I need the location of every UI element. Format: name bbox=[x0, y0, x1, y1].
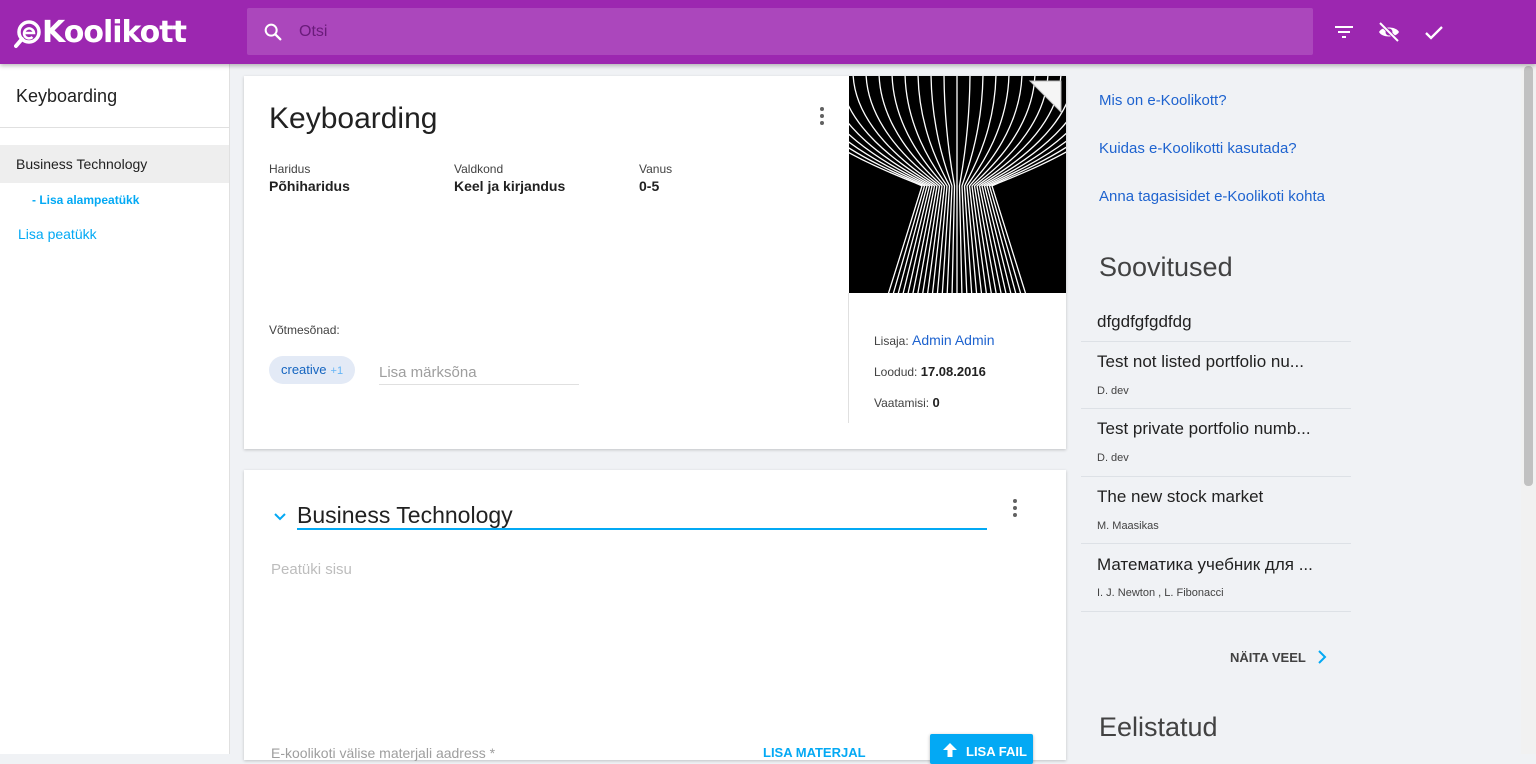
add-file-label: LISA FAIL bbox=[966, 744, 1027, 759]
show-more-button[interactable]: NÄITA VEEL bbox=[1230, 649, 1330, 665]
keywords-label: Võtmesõnad: bbox=[269, 323, 340, 337]
info-divider bbox=[848, 293, 849, 423]
chapter-card: Business Technology Peatüki sisu E-kooli… bbox=[244, 470, 1066, 764]
search-bar[interactable] bbox=[247, 8, 1313, 55]
education-label: Haridus bbox=[269, 162, 311, 176]
education-value: Põhiharidus bbox=[269, 178, 350, 194]
external-material-label[interactable]: E-koolikoti välise materjali aadress * bbox=[271, 745, 495, 761]
creator-label: Lisaja: bbox=[874, 334, 909, 348]
portfolio-summary-card: Keyboarding Haridus Põhiharidus Valdkond… bbox=[244, 76, 1066, 449]
add-material-button[interactable]: LISA MATERJAL bbox=[763, 745, 866, 760]
logo[interactable]: Koolikott bbox=[14, 12, 187, 52]
domain-value: Keel ja kirjandus bbox=[454, 178, 566, 194]
chevron-right-icon bbox=[1318, 650, 1327, 664]
recommendation-title: dfgdfgfgdfdg bbox=[1097, 312, 1192, 331]
filter-icon bbox=[1335, 26, 1353, 38]
more-vert-icon[interactable] bbox=[1003, 496, 1027, 520]
recommendation-title: Математика учебник для ... bbox=[1097, 555, 1313, 574]
recommendation-author: I. J. Newton , L. Fibonacci bbox=[1097, 587, 1224, 599]
search-input[interactable] bbox=[299, 22, 1199, 41]
chapter-title-input[interactable]: Business Technology bbox=[297, 502, 987, 530]
views-label: Vaatamisi: bbox=[874, 396, 930, 410]
favorites-heading: Eelistatud bbox=[1099, 712, 1218, 742]
scrollbar-thumb[interactable] bbox=[1524, 66, 1533, 486]
visibility-button[interactable] bbox=[1377, 20, 1401, 44]
keyword-tag[interactable]: creative +1 bbox=[269, 356, 356, 384]
education-meta: Haridus Põhiharidus bbox=[269, 162, 350, 194]
domain-meta: Valdkond Keel ja kirjandus bbox=[454, 162, 565, 194]
add-chapter-link[interactable]: Lisa peatükk bbox=[0, 226, 229, 242]
recommendation-author: M. Maasikas bbox=[1097, 520, 1159, 532]
creator-info: Lisaja: Admin Admin bbox=[874, 332, 995, 348]
keyword-input[interactable]: Lisa märksõna bbox=[379, 360, 579, 385]
add-file-button[interactable]: LISA FAIL bbox=[930, 734, 1033, 764]
age-meta: Vanus 0-5 bbox=[639, 162, 672, 194]
show-more-label: NÄITA VEEL bbox=[1230, 649, 1306, 665]
upload-icon bbox=[943, 743, 957, 757]
link-what-is[interactable]: Mis on e-Koolikott? bbox=[1099, 92, 1227, 109]
check-icon bbox=[1425, 26, 1443, 40]
filter-button[interactable] bbox=[1332, 20, 1356, 44]
created-info: Loodud: 17.08.2016 bbox=[874, 364, 986, 379]
recommendation-item[interactable]: Test not listed portfolio nu... D. dev bbox=[1081, 342, 1351, 409]
portfolio-title: Keyboarding bbox=[269, 102, 438, 135]
chapter-content-editor[interactable]: Peatüki sisu bbox=[271, 561, 352, 578]
link-how-to-use[interactable]: Kuidas e-Koolikotti kasutada? bbox=[1099, 140, 1297, 157]
domain-label: Valdkond bbox=[454, 162, 504, 176]
chevron-down-icon[interactable] bbox=[272, 509, 288, 525]
add-subchapter-link[interactable]: - Lisa alampeatükk bbox=[0, 193, 229, 209]
created-label: Loodud: bbox=[874, 365, 918, 379]
portfolio-thumbnail[interactable] bbox=[849, 76, 1066, 293]
done-button[interactable] bbox=[1422, 20, 1446, 44]
recommendation-title: Test not listed portfolio nu... bbox=[1097, 352, 1304, 371]
recommendation-title: The new stock market bbox=[1097, 487, 1264, 506]
creator-link[interactable]: Admin Admin bbox=[912, 332, 994, 348]
recommendation-item[interactable]: Test private portfolio numb... D. dev bbox=[1081, 409, 1351, 477]
age-value: 0-5 bbox=[639, 178, 660, 194]
recommendations-heading: Soovitused bbox=[1099, 252, 1233, 282]
views-value: 0 bbox=[932, 395, 940, 410]
link-feedback[interactable]: Anna tagasisidet e-Koolikoti kohta bbox=[1099, 188, 1325, 205]
created-value: 17.08.2016 bbox=[920, 364, 986, 379]
recommendation-title: Test private portfolio numb... bbox=[1097, 419, 1311, 438]
chapter-sidebar: Keyboarding Business Technology - Lisa a… bbox=[0, 64, 230, 754]
recommendation-item[interactable]: dfgdfgfgdfdg bbox=[1081, 306, 1351, 342]
recommendation-author: D. dev bbox=[1097, 452, 1129, 464]
logo-text: Koolikott bbox=[42, 14, 187, 50]
search-icon[interactable] bbox=[262, 21, 284, 43]
more-vert-icon[interactable] bbox=[810, 104, 834, 128]
visibility-off-icon bbox=[1378, 21, 1400, 43]
top-bar: Koolikott bbox=[0, 0, 1536, 64]
keyword-tag-more[interactable]: +1 bbox=[331, 365, 344, 377]
keyword-tag-label: creative bbox=[281, 362, 327, 377]
views-info: Vaatamisi: 0 bbox=[874, 395, 940, 410]
recommendation-author: D. dev bbox=[1097, 385, 1129, 397]
sidebar-portfolio-title[interactable]: Keyboarding bbox=[0, 64, 229, 128]
sidebar-item-chapter[interactable]: Business Technology bbox=[0, 145, 229, 183]
tunnel-image bbox=[849, 76, 1066, 293]
recommendation-item[interactable]: Математика учебник для ... I. J. Newton … bbox=[1081, 544, 1351, 612]
recommendation-item[interactable]: The new stock market M. Maasikas bbox=[1081, 477, 1351, 544]
age-label: Vanus bbox=[639, 162, 673, 176]
